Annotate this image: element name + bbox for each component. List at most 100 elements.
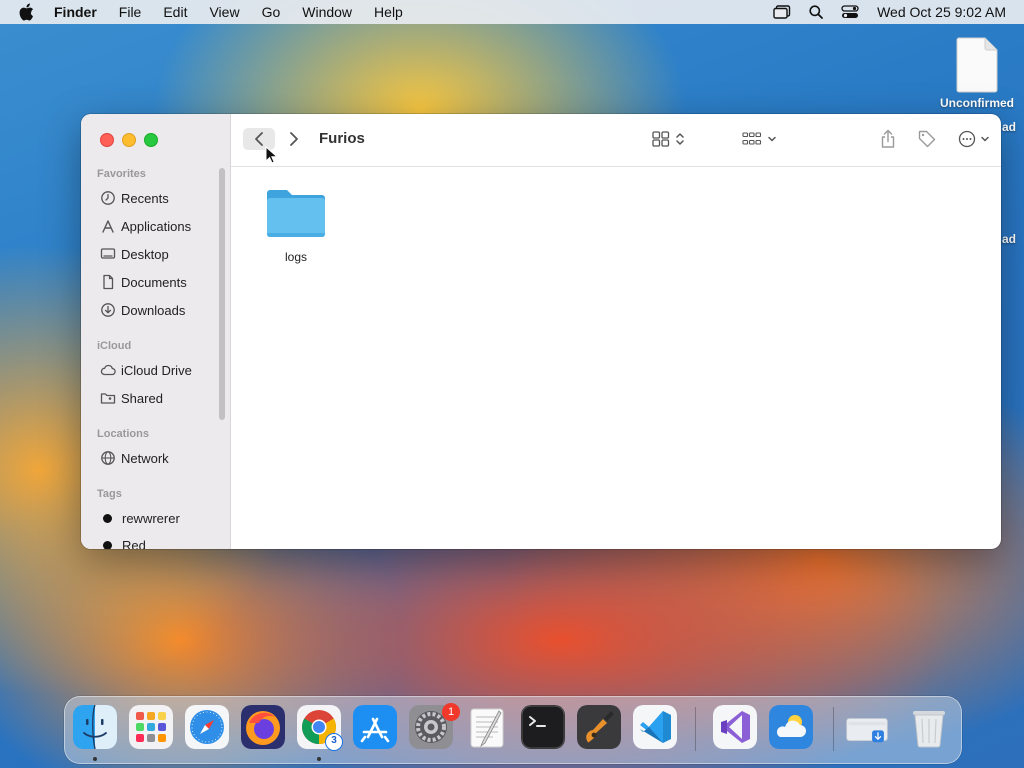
sidebar-scrollbar[interactable] (219, 168, 225, 420)
sidebar-header-locations: Locations (97, 428, 149, 440)
launchpad-app-icon[interactable] (129, 705, 173, 749)
chrome-badge: 3 (325, 733, 343, 751)
visual-studio-app-icon[interactable] (713, 705, 757, 749)
dock-separator (833, 707, 834, 751)
sidebar-item-documents[interactable]: Documents (100, 272, 187, 292)
menu-finder[interactable]: Finder (54, 4, 97, 20)
desktop-file-label-partial: ad (1002, 120, 1017, 134)
menu-go[interactable]: Go (262, 4, 281, 20)
applications-icon (102, 220, 114, 233)
finder-content: logs (231, 167, 1001, 549)
sidebar-item-network[interactable]: Network (100, 448, 169, 468)
sidebar-item-shared[interactable]: Shared (100, 388, 163, 408)
downloads-stack-icon[interactable] (845, 705, 889, 749)
window-controls (100, 133, 158, 147)
safari-app-icon[interactable] (185, 705, 229, 749)
share-button[interactable] (880, 128, 896, 150)
icon-view-icon (652, 131, 670, 147)
chevron-down-icon (768, 136, 776, 142)
clock-icon (101, 191, 115, 205)
chevron-down-icon (981, 136, 989, 142)
tag-button[interactable] (917, 128, 937, 150)
trash-icon[interactable] (907, 705, 951, 749)
sidebar-item-label: rewwrerer (122, 510, 180, 526)
group-button[interactable] (742, 128, 778, 150)
sidebar-item-label: Red (122, 537, 146, 550)
sidebar-item-recents[interactable]: Recents (100, 188, 169, 208)
sidebar-item-label: Network (121, 450, 169, 466)
sidebar-item-label: Downloads (121, 302, 186, 318)
chevron-right-icon (290, 132, 298, 146)
more-actions-button[interactable] (958, 128, 991, 150)
stage-manager-icon[interactable] (773, 5, 791, 19)
sidebar-item-label: Applications (121, 218, 192, 234)
desktop-file-label: Unconfirmed (939, 96, 1014, 110)
menu-file[interactable]: File (119, 4, 142, 20)
terminal-app-icon[interactable] (521, 705, 565, 749)
menu-help[interactable]: Help (374, 4, 403, 20)
app-store-app-icon[interactable] (353, 705, 397, 749)
dock-separator (695, 707, 696, 751)
window-title: Furios (319, 130, 365, 147)
sidebar-item-tag-red[interactable]: Red (100, 535, 146, 549)
maximize-button[interactable] (144, 133, 158, 147)
apple-icon[interactable] (18, 3, 34, 21)
dock: 3 1 (64, 696, 962, 764)
shared-folder-icon (100, 393, 116, 404)
forward-button[interactable] (289, 128, 299, 150)
tag-dot-icon (103, 513, 112, 523)
group-grid-icon (742, 132, 762, 145)
sidebar-header-icloud: iCloud (97, 340, 132, 352)
folder-item[interactable]: logs (261, 185, 331, 264)
cloud-icon (100, 364, 116, 376)
vscode-app-icon[interactable] (633, 705, 677, 749)
settings-badge: 1 (442, 703, 460, 721)
textedit-app-icon[interactable] (465, 705, 509, 749)
folder-name: logs (284, 250, 307, 264)
folder-icon (267, 190, 325, 237)
document-icon (103, 274, 114, 290)
weather-app-icon[interactable] (769, 705, 813, 749)
sidebar-item-tag-rewwrerer[interactable]: rewwrerer (100, 508, 180, 528)
menu-window[interactable]: Window (302, 4, 352, 20)
chevron-updown-icon (676, 133, 684, 145)
running-indicator (317, 757, 321, 761)
share-icon (881, 129, 895, 148)
mouse-cursor-icon (265, 146, 277, 164)
desktop-icon (100, 248, 116, 259)
spotlight-search-icon[interactable] (809, 5, 823, 19)
sidebar-header-tags: Tags (97, 488, 122, 500)
sidebar-item-label: Desktop (121, 246, 169, 262)
menu-bar: Finder File Edit View Go Window Help Wed… (0, 0, 1024, 24)
sidebar-item-label: iCloud Drive (121, 362, 192, 378)
desktop-file[interactable]: Unconfirmed (930, 36, 1024, 110)
control-center-icon[interactable] (841, 5, 859, 19)
sidebar-item-desktop[interactable]: Desktop (100, 244, 169, 264)
minimize-button[interactable] (122, 133, 136, 147)
sidebar-item-applications[interactable]: Applications (100, 216, 191, 236)
finder-toolbar: Furios (231, 114, 1001, 167)
document-icon (956, 37, 998, 93)
close-button[interactable] (100, 133, 114, 147)
tag-icon (918, 130, 936, 148)
sidebar-item-downloads[interactable]: Downloads (100, 300, 185, 320)
sidebar-item-label: Shared (121, 390, 163, 406)
sidebar-item-label: Documents (121, 274, 187, 290)
running-indicator (93, 757, 97, 761)
tag-dot-icon (103, 540, 112, 549)
download-icon (101, 303, 115, 317)
view-mode-button[interactable] (652, 128, 686, 150)
menu-edit[interactable]: Edit (163, 4, 187, 20)
menu-clock[interactable]: Wed Oct 25 9:02 AM (877, 4, 1006, 20)
desktop-file-label-partial-2: ad (1002, 232, 1017, 246)
chevron-left-icon (255, 132, 263, 146)
finder-sidebar: Favorites Recents Applications Desktop D… (81, 114, 231, 549)
garageband-app-icon[interactable] (577, 705, 621, 749)
sidebar-item-icloud-drive[interactable]: iCloud Drive (100, 360, 192, 380)
sidebar-header-favorites: Favorites (97, 168, 146, 180)
finder-app-icon[interactable] (73, 705, 117, 749)
sidebar-item-label: Recents (121, 190, 169, 206)
menu-view[interactable]: View (209, 4, 239, 20)
ellipsis-circle-icon (958, 130, 976, 148)
firefox-app-icon[interactable] (241, 705, 285, 749)
